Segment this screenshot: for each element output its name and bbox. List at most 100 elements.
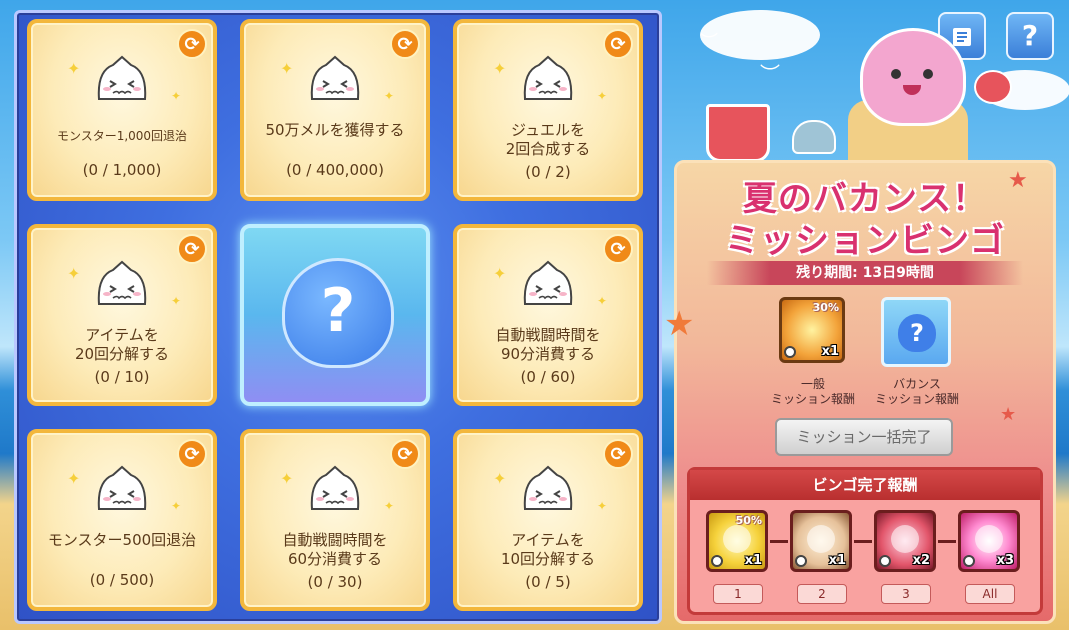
- ghost-mascot-icon: [306, 465, 364, 515]
- sparkle-icon: ✦: [67, 469, 81, 488]
- ghost-mascot-icon: [93, 55, 151, 105]
- clock-icon: [795, 555, 807, 567]
- mission-progress: (0 / 60): [520, 368, 576, 386]
- ghost-mascot-icon: [93, 260, 151, 310]
- mission-title: アイテムを 10回分解する: [500, 531, 596, 568]
- bingo-reward-item[interactable]: x1: [790, 510, 852, 572]
- mystery-bag-icon: ?: [898, 314, 936, 352]
- question-mark: ?: [910, 319, 924, 347]
- mission-title: モンスター500回退治: [47, 531, 197, 549]
- mystery-bingo-cell[interactable]: ?: [240, 224, 430, 406]
- bingo-reward-item[interactable]: x3: [958, 510, 1020, 572]
- bingo-line-number: 2: [797, 584, 847, 604]
- bingo-mission-cell[interactable]: ⟳ ✦ ✦ アイテムを 10回分解する (0 / 5): [453, 429, 643, 611]
- help-button[interactable]: ?: [1006, 12, 1054, 60]
- bingo-line-number: 3: [881, 584, 931, 604]
- refresh-icon[interactable]: ⟳: [177, 29, 207, 59]
- reward-percent: 30%: [812, 301, 839, 314]
- event-title-line2: ミッションビンゴ: [725, 221, 1005, 261]
- sparkle-icon: ✦: [67, 264, 81, 283]
- connector-line: [854, 540, 872, 543]
- bingo-reward-item[interactable]: 50% x1: [706, 510, 768, 572]
- sparkle-icon: ✦: [171, 89, 182, 103]
- refresh-icon[interactable]: ⟳: [390, 439, 420, 469]
- event-panel: 夏のバカンス！ ミッションビンゴ 残り期間: 13日9時間 30% x1 一般 …: [674, 160, 1056, 624]
- mission-progress: (0 / 30): [307, 573, 363, 591]
- sparkle-icon: ✦: [67, 59, 81, 78]
- starfish-icon: ★: [664, 304, 695, 344]
- refresh-icon[interactable]: ⟳: [603, 234, 633, 264]
- sparkle-icon: ✦: [280, 59, 294, 78]
- reward-percent: 50%: [735, 514, 762, 527]
- mission-progress: (0 / 10): [94, 368, 150, 386]
- pink-mascot-icon: [860, 28, 966, 126]
- refresh-icon[interactable]: ⟳: [603, 29, 633, 59]
- reward-qty: x1: [828, 553, 846, 568]
- seagull-icon: ︶: [760, 62, 780, 86]
- mission-title: 自動戦闘時間を 60分消費する: [282, 531, 388, 568]
- reward-qty: x1: [821, 344, 839, 359]
- exp-boost-icon: [723, 525, 751, 553]
- clock-icon: [784, 346, 796, 358]
- bingo-board: ⟳ ✦ ✦ モンスター1,000回退治 (0 / 1,000) ⟳ ✦ ✦ 50万メルを獲得する…: [14, 10, 662, 624]
- clock-icon: [963, 555, 975, 567]
- refresh-icon[interactable]: ⟳: [603, 439, 633, 469]
- sparkle-icon: ✦: [493, 59, 507, 78]
- bingo-mission-cell[interactable]: ⟳ ✦ ✦ ジュエルを 2回合成する (0 / 2): [453, 19, 643, 201]
- sparkle-icon: ✦: [493, 264, 507, 283]
- starfish-icon: ★: [1000, 404, 1017, 425]
- bingo-mission-cell[interactable]: ⟳ ✦ ✦ モンスター500回退治 (0 / 500): [27, 429, 217, 611]
- red-crystal-icon: [891, 525, 919, 553]
- refresh-icon[interactable]: ⟳: [177, 234, 207, 264]
- bingo-mission-cell[interactable]: ⟳ ✦ ✦ アイテムを 20回分解する (0 / 10): [27, 224, 217, 406]
- mission-title: モンスター1,000回退治: [56, 129, 188, 143]
- ghost-mascot-icon: [519, 55, 577, 105]
- ghost-mascot-icon: [93, 465, 151, 515]
- question-mark: ?: [320, 276, 356, 346]
- mission-title: ジュエルを 2回合成する: [505, 121, 591, 158]
- clock-icon: [879, 555, 891, 567]
- mission-progress: (0 / 1,000): [82, 161, 162, 179]
- bingo-mission-cell[interactable]: ⟳ ✦ ✦ 自動戦闘時間を 60分消費する (0 / 30): [240, 429, 430, 611]
- reward-qty: x3: [996, 553, 1014, 568]
- seagull-icon: ︶: [700, 32, 718, 53]
- ghost-mascot-icon: [519, 260, 577, 310]
- sparkle-icon: ✦: [280, 469, 294, 488]
- reward-qty: x1: [744, 553, 762, 568]
- bingo-mission-cell[interactable]: ⟳ ✦ ✦ モンスター1,000回退治 (0 / 1,000): [27, 19, 217, 201]
- ghost-mascot-icon: [519, 465, 577, 515]
- sparkle-icon: ✦: [493, 469, 507, 488]
- help-label: ?: [1021, 19, 1039, 52]
- connector-line: [938, 540, 956, 543]
- general-reward-item[interactable]: 30% x1: [779, 297, 845, 363]
- connector-line: [770, 540, 788, 543]
- complete-all-missions-button[interactable]: ミッション一括完了: [775, 418, 953, 456]
- reward-qty: x2: [912, 553, 930, 568]
- bingo-mission-cell[interactable]: ⟳ ✦ ✦ 50万メルを獲得する (0 / 400,000): [240, 19, 430, 201]
- sparkle-icon: ✦: [597, 294, 608, 308]
- mission-progress: (0 / 400,000): [286, 161, 384, 179]
- refresh-icon[interactable]: ⟳: [177, 439, 207, 469]
- bingo-reward-item[interactable]: x2: [874, 510, 936, 572]
- mission-title: 50万メルを獲得する: [265, 121, 405, 139]
- bingo-line-number: All: [965, 584, 1015, 604]
- sparkle-icon: ✦: [384, 499, 395, 513]
- mission-progress: (0 / 500): [89, 571, 155, 589]
- ghost-mascot-icon: [306, 55, 364, 105]
- pink-burst-icon: [975, 525, 1003, 553]
- sparkle-icon: ✦: [384, 89, 395, 103]
- bingo-mission-cell[interactable]: ⟳ ✦ ✦ 自動戦闘時間を 90分消費する (0 / 60): [453, 224, 643, 406]
- vacance-reward-label: バカンス ミッション報酬: [874, 377, 959, 406]
- shell-icon: [792, 120, 836, 154]
- mystery-bag-icon: ?: [282, 258, 394, 368]
- bucket-icon: [706, 104, 770, 162]
- sparkle-icon: ✦: [597, 499, 608, 513]
- general-reward-label: 一般 ミッション報酬: [770, 377, 855, 406]
- bingo-reward-header: ビンゴ完了報酬: [690, 470, 1040, 500]
- jar-icon: [807, 525, 835, 553]
- vacance-reward-item[interactable]: ?: [881, 297, 951, 367]
- mission-title: 自動戦闘時間を 90分消費する: [495, 326, 601, 363]
- starfish-icon: ★: [1008, 168, 1028, 193]
- refresh-icon[interactable]: ⟳: [390, 29, 420, 59]
- shovel-icon: [974, 70, 1012, 104]
